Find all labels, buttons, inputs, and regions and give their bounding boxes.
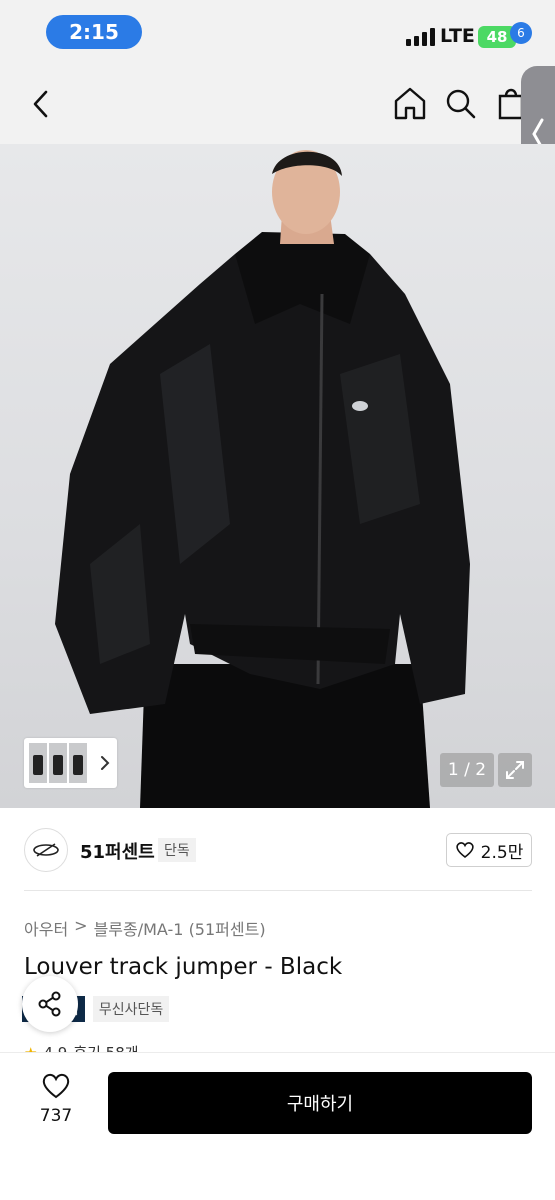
back-button[interactable] [26,86,56,122]
search-button[interactable] [444,84,478,122]
breadcrumb-separator: > [74,916,88,935]
thumbnail-image[interactable] [69,743,87,783]
product-title: Louver track jumper - Black [24,954,343,980]
buy-button[interactable]: 구매하기 [108,1072,532,1134]
home-icon [394,87,426,120]
thumbnail-image[interactable] [29,743,47,783]
brand-like-count: 2.5만 [480,842,524,863]
chevron-left-icon [33,90,48,118]
brand-logo-mark [33,843,59,857]
product-tag: 무신사단독 [92,996,170,1022]
product-image[interactable] [0,144,555,808]
share-button[interactable] [22,976,78,1032]
heart-icon [455,842,474,859]
signal-icon [406,28,435,46]
wishlist-button[interactable]: 737 [24,1072,88,1136]
status-time: 2:15 [46,15,142,49]
share-icon [38,991,61,1017]
expand-image-button[interactable] [498,753,532,787]
search-icon [446,89,476,119]
cart-count-badge: 6 [510,22,532,44]
expand-icon [506,761,524,779]
breadcrumb: 아우터 > 블루종/MA-1 (51퍼센트) [24,916,266,940]
brand-like-button[interactable]: 2.5만 [446,833,532,867]
thumbnail-image[interactable] [49,743,67,783]
brand-name[interactable]: 51퍼센트 [80,838,155,864]
thumbnail-strip[interactable] [24,738,117,788]
brand-logo[interactable] [24,828,68,872]
chevron-right-icon [101,756,110,770]
heart-icon [42,1073,70,1099]
status-bar: 2:15 LTE 48 [0,0,555,62]
top-navigation [0,62,555,144]
breadcrumb-item[interactable]: 아우터 [24,916,68,940]
wishlist-count: 737 [39,1106,73,1126]
network-label: LTE [440,25,475,47]
divider [24,890,532,891]
image-page-indicator: 1 / 2 [440,753,494,787]
breadcrumb-item[interactable]: 블루종/MA-1 (51퍼센트) [94,916,266,940]
model-photo [55,150,470,808]
home-button[interactable] [392,84,428,122]
exclusive-badge: 단독 [158,838,196,862]
